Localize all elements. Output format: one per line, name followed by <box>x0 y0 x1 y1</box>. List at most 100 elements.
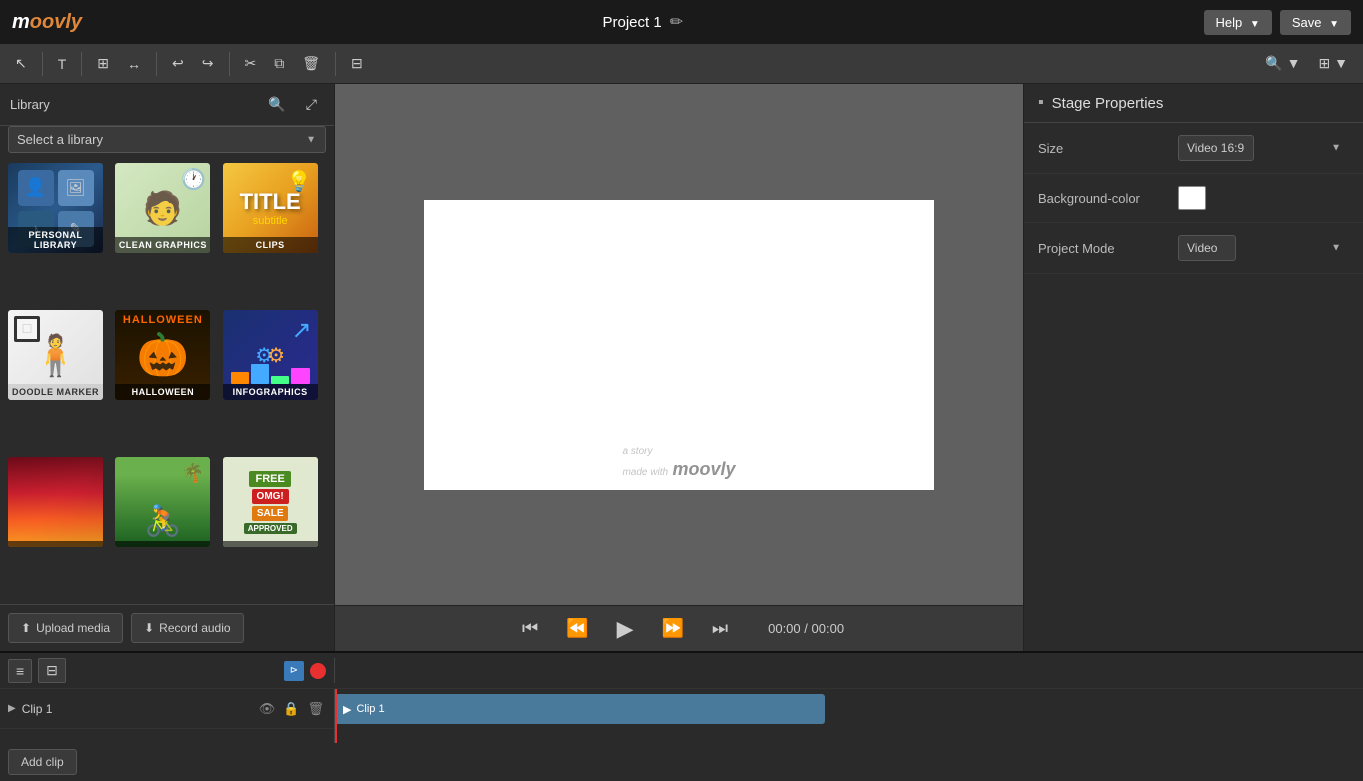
timeline-clip-clip1[interactable]: ▶ Clip 1 <box>335 694 825 724</box>
search-stage-button[interactable]: 🔍 ▼ <box>1258 51 1307 76</box>
skip-to-end-button[interactable]: ⏭ <box>704 614 736 643</box>
size-label: Size <box>1038 141 1168 156</box>
size-select[interactable]: Video 16:9 Video 4:3 Square Custom <box>1178 135 1254 161</box>
library-item-row4c[interactable]: FREE OMG! SALE APPROVED <box>223 457 318 547</box>
timeline-top: ≡ ⊟ ⊳ 00:00 00:01 00:02 00:03 00:04 00:0… <box>0 653 1363 689</box>
bg-color-property-row: Background-color <box>1024 174 1363 223</box>
save-button[interactable]: Save ▼ <box>1280 10 1351 35</box>
bg-color-label: Background-color <box>1038 191 1168 206</box>
add-clip-row: Add clip <box>0 743 1363 781</box>
rewind-button[interactable]: ⏪ <box>558 614 596 643</box>
timeline-controls: ≡ ⊟ ⊳ <box>0 658 335 683</box>
track-actions: 👁 🔒 🗑 <box>257 699 326 719</box>
library-item-personal-label: PERSONAL LIBRARY <box>8 227 103 253</box>
copy-button[interactable]: ⧉ <box>267 51 291 76</box>
project-mode-select-wrapper: Video HTML5 GIF <box>1178 235 1349 261</box>
library-item-halloween-label: HALLOWEEN <box>115 384 210 400</box>
upload-icon: ⬆ <box>21 621 31 635</box>
stage-canvas: a storymade with moovly <box>424 200 934 490</box>
upload-media-label: Upload media <box>36 621 110 635</box>
project-mode-select[interactable]: Video HTML5 GIF <box>1178 235 1236 261</box>
library-item-doodle[interactable]: 🧍 ☐ DOODLE MARKER <box>8 310 103 400</box>
size-button[interactable]: ↔ <box>120 52 148 76</box>
center-panel: a storymade with moovly ⏮ ⏪ ▶ ⏩ ⏭ 00:00 … <box>335 84 1023 651</box>
view-toggle-button[interactable]: ⊞ ▼ <box>1312 51 1355 76</box>
record-audio-button[interactable]: ⬇ Record audio <box>131 613 243 643</box>
playback-controls: ⏮ ⏪ ▶ ⏩ ⏭ 00:00 / 00:00 <box>335 605 1023 651</box>
project-title-area: Project 1 ✏ <box>602 12 683 32</box>
library-header-actions: 🔍 ⤢ <box>261 92 324 117</box>
top-bar: m oovly Project 1 ✏ Help ▼ Save ▼ <box>0 0 1363 44</box>
library-item-row4a[interactable] <box>8 457 103 547</box>
stage-properties-title: Stage Properties <box>1052 95 1164 112</box>
library-item-row4c-label <box>223 541 318 547</box>
text-tool-button[interactable]: T <box>51 52 74 76</box>
cut-button[interactable]: ✂ <box>238 51 264 76</box>
stage-area: a storymade with moovly <box>335 84 1023 605</box>
size-property-row: Size Video 16:9 Video 4:3 Square Custom <box>1024 123 1363 174</box>
fast-forward-button[interactable]: ⏩ <box>653 614 691 643</box>
clip-icon: ▶ <box>343 703 351 716</box>
stage-properties-header: ▪ Stage Properties <box>1024 84 1363 123</box>
library-select-wrapper: Select a library <box>8 126 326 153</box>
library-expand-button[interactable]: ⤢ <box>299 92 324 117</box>
library-item-row4b-label <box>115 541 210 547</box>
time-separator: / <box>804 621 811 636</box>
select-tool-button[interactable]: ↖ <box>8 51 34 76</box>
library-header: Library 🔍 ⤢ <box>0 84 334 126</box>
edit-title-icon[interactable]: ✏ <box>670 12 683 32</box>
undo-button[interactable]: ↩ <box>165 51 191 76</box>
library-item-clips[interactable]: TITLE subtitle 💡 CLIPS <box>223 163 318 253</box>
library-item-halloween[interactable]: 🎃 HALLOWEEN HALLOWEEN <box>115 310 210 400</box>
align-button[interactable]: ⊞ <box>90 51 116 76</box>
toolbar-separator-3 <box>156 52 157 76</box>
timeline-list-view-button[interactable]: ≡ <box>8 659 32 683</box>
right-panel: ▪ Stage Properties Size Video 16:9 Video… <box>1023 84 1363 651</box>
add-clip-button[interactable]: Add clip <box>8 749 77 775</box>
top-actions: Help ▼ Save ▼ <box>1204 10 1351 35</box>
skip-to-start-button[interactable]: ⏮ <box>514 614 546 643</box>
library-item-clean-label: CLEAN GRAPHICS <box>115 237 210 253</box>
track-playhead <box>335 689 337 743</box>
clip-label: Clip 1 <box>356 703 384 715</box>
help-button[interactable]: Help ▼ <box>1204 10 1272 35</box>
project-mode-property-row: Project Mode Video HTML5 GIF <box>1024 223 1363 274</box>
track-expand-icon[interactable]: ▶ <box>8 703 16 714</box>
track-delete-button[interactable]: 🗑 <box>305 699 326 719</box>
left-panel-bottom: ⬆ Upload media ⬇ Record audio <box>0 604 334 651</box>
track-timeline-area: ▶ Clip 1 <box>335 689 1363 743</box>
total-time: 00:00 <box>812 621 845 636</box>
library-select[interactable]: Select a library <box>8 126 326 153</box>
upload-media-button[interactable]: ⬆ Upload media <box>8 613 123 643</box>
toolbar-separator-2 <box>81 52 82 76</box>
track-row-clip1: ▶ Clip 1 👁 🔒 🗑 <box>0 689 334 729</box>
delete-button[interactable]: 🗑 <box>295 51 327 76</box>
library-search-button[interactable]: 🔍 <box>261 92 292 117</box>
timeline-area: ≡ ⊟ ⊳ 00:00 00:01 00:02 00:03 00:04 00:0… <box>0 651 1363 781</box>
track-lock-button[interactable]: 🔒 <box>281 699 301 719</box>
timeline-grid-view-button[interactable]: ⊟ <box>38 658 66 683</box>
toolbar-separator-1 <box>42 52 43 76</box>
project-name: Project 1 <box>602 14 661 31</box>
size-select-wrapper: Video 16:9 Video 4:3 Square Custom <box>1178 135 1349 161</box>
record-audio-label: Record audio <box>159 621 230 635</box>
bg-color-swatch[interactable] <box>1178 186 1206 210</box>
left-panel: Library 🔍 ⤢ Select a library 👤 🖼 ♪ <box>0 84 335 651</box>
track-name: Clip 1 <box>22 702 251 716</box>
library-item-infographics[interactable]: ⚙ ⚙ ↗ INFOGRAPHICS <box>223 310 318 400</box>
library-item-doodle-label: DOODLE MARKER <box>8 384 103 400</box>
track-visibility-button[interactable]: 👁 <box>257 699 278 719</box>
library-title: Library <box>10 97 50 112</box>
playhead-control: ⊳ <box>284 661 304 681</box>
library-item-infographics-label: INFOGRAPHICS <box>223 384 318 400</box>
library-item-row4a-label <box>8 541 103 547</box>
library-grid: 👤 🖼 ♪ ✎ PERSONAL LIBRARY 🧑 🕐 CLEAN GRAPH… <box>0 159 334 604</box>
library-item-clean[interactable]: 🧑 🕐 CLEAN GRAPHICS <box>115 163 210 253</box>
play-button[interactable]: ▶ <box>609 612 642 646</box>
redo-button[interactable]: ↪ <box>195 51 221 76</box>
library-item-personal[interactable]: 👤 🖼 ♪ ✎ PERSONAL LIBRARY <box>8 163 103 253</box>
track-list: ▶ Clip 1 👁 🔒 🗑 <box>0 689 335 743</box>
library-item-row4b[interactable]: 🚴 🌴 <box>115 457 210 547</box>
group-button[interactable]: ⊟ <box>344 51 370 76</box>
record-icon: ⬇ <box>144 621 154 635</box>
